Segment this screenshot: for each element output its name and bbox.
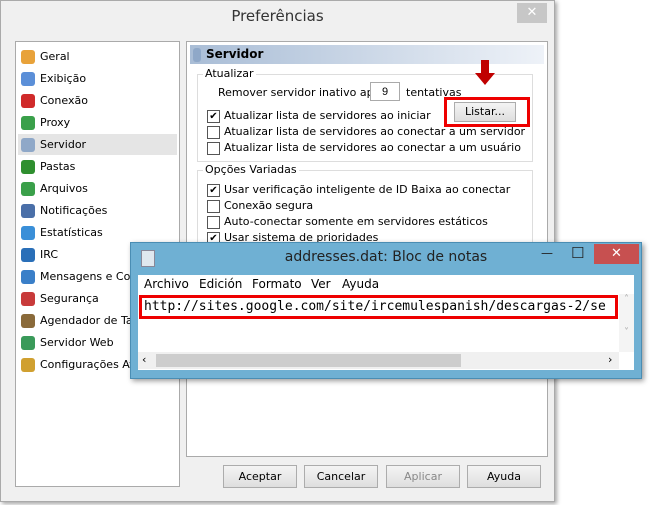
category-icon <box>21 160 35 174</box>
checkbox[interactable] <box>207 125 220 139</box>
checkbox[interactable] <box>207 199 220 213</box>
category-icon <box>21 72 35 86</box>
checkbox-label: Auto-conectar somente em servidores está… <box>224 215 488 228</box>
sidebar-item-label: Exibição <box>40 72 87 85</box>
category-icon <box>21 358 35 372</box>
sidebar-item-label: Arquivos <box>40 182 88 195</box>
sidebar-item[interactable]: Arquivos <box>18 178 177 199</box>
checkbox-option[interactable]: ✔ Atualizar lista de servidores ao inicia… <box>207 108 431 123</box>
checkbox[interactable] <box>207 141 220 155</box>
text-area[interactable]: http://sites.google.com/site/ircemulespa… <box>138 294 634 370</box>
server-icon <box>193 47 201 62</box>
remove-label: Remover servidor inativo após <box>218 86 387 99</box>
checkbox[interactable] <box>207 215 220 229</box>
notepad-window: addresses.dat: Bloc de notas — ☐ ✕ Archi… <box>130 242 642 379</box>
scroll-thumb[interactable] <box>156 354 461 367</box>
category-icon <box>21 270 35 284</box>
category-icon <box>21 94 35 108</box>
sidebar-item-label: Proxy <box>40 116 71 129</box>
scroll-left-icon[interactable]: ‹ <box>142 353 146 366</box>
category-icon <box>21 116 35 130</box>
sidebar-item-label: IRC <box>40 248 59 261</box>
menu-item[interactable]: Formato <box>252 277 302 291</box>
accept-button[interactable]: Aceptar <box>223 465 297 488</box>
close-button[interactable]: ✕ <box>517 3 547 23</box>
menu-item[interactable]: Ayuda <box>342 277 379 291</box>
help-button[interactable]: Ayuda <box>467 465 541 488</box>
sidebar-item-label: Segurança <box>40 292 99 305</box>
minimize-button[interactable]: — <box>541 246 553 260</box>
category-icon <box>21 50 35 64</box>
horizontal-scrollbar[interactable]: ‹ › <box>138 352 619 369</box>
vertical-scrollbar[interactable]: ˄ ˅ <box>619 294 634 352</box>
sidebar-item[interactable]: Proxy <box>18 112 177 133</box>
checkbox[interactable]: ✔ <box>207 109 220 123</box>
checkbox[interactable]: ✔ <box>207 183 220 197</box>
category-icon <box>21 182 35 196</box>
sidebar-item[interactable]: Estatísticas <box>18 222 177 243</box>
category-icon <box>21 292 35 306</box>
sidebar-item-label: Geral <box>40 50 70 63</box>
checkbox-option[interactable]: Conexão segura <box>207 198 313 213</box>
sidebar-item-label: Notificações <box>40 204 108 217</box>
sidebar-item[interactable]: Exibição <box>18 68 177 89</box>
category-icon <box>21 204 35 218</box>
cancel-button[interactable]: Cancelar <box>304 465 378 488</box>
checkbox-label: Usar verificação inteligente de ID Baixa… <box>224 183 511 196</box>
apply-button[interactable]: Aplicar <box>386 465 460 488</box>
sidebar-item-label: Estatísticas <box>40 226 103 239</box>
checkbox-label: Atualizar lista de servidores ao iniciar <box>224 109 431 122</box>
menu-item[interactable]: Archivo <box>144 277 189 291</box>
url-text[interactable]: http://sites.google.com/site/ircemulespa… <box>139 295 618 319</box>
category-icon <box>21 336 35 350</box>
arrow-head <box>475 73 495 85</box>
scroll-right-icon[interactable]: › <box>608 353 612 366</box>
checkbox-option[interactable]: ✔ Usar verificação inteligente de ID Baix… <box>207 182 510 197</box>
sidebar-item[interactable]: Geral <box>18 46 177 67</box>
checkbox-label: Atualizar lista de servidores ao conecta… <box>224 141 521 154</box>
arrow-down-icon <box>481 60 489 74</box>
sidebar-item[interactable]: Conexão <box>18 90 177 111</box>
sidebar-item-label: Servidor <box>40 138 87 151</box>
sidebar-item-label: Pastas <box>40 160 76 173</box>
menu-item[interactable]: Edición <box>199 277 242 291</box>
retries-input[interactable] <box>370 82 400 101</box>
sidebar-item-label: Conexão <box>40 94 88 107</box>
sidebar-item[interactable]: Pastas <box>18 156 177 177</box>
sidebar-item-label: Servidor Web <box>40 336 114 349</box>
checkbox-option[interactable]: Auto-conectar somente em servidores está… <box>207 214 488 229</box>
window-title: addresses.dat: Bloc de notas <box>284 249 488 265</box>
list-button[interactable]: Listar... <box>454 102 516 122</box>
group-atualizar: Atualizar Remover servidor inativo após … <box>197 67 533 162</box>
sidebar-item[interactable]: Servidor <box>18 134 177 155</box>
maximize-button[interactable]: ☐ <box>571 244 584 262</box>
menu-item[interactable]: Ver <box>311 277 331 291</box>
category-icon <box>21 138 35 152</box>
close-button[interactable]: ✕ <box>594 244 639 264</box>
group-label: Atualizar <box>203 67 256 80</box>
group-label: Opções Variadas <box>203 163 299 176</box>
checkbox-option[interactable]: Atualizar lista de servidores ao conecta… <box>207 140 521 155</box>
panel-header: Servidor <box>190 45 544 64</box>
menu-bar: Archivo Edición Formato Ver Ayuda <box>138 275 634 295</box>
sidebar-item[interactable]: Notificações <box>18 200 177 221</box>
category-icon <box>21 226 35 240</box>
window-title: Preferências <box>231 7 324 25</box>
checkbox-label: Conexão segura <box>224 199 314 212</box>
category-icon <box>21 314 35 328</box>
category-icon <box>21 248 35 262</box>
checkbox-label: Atualizar lista de servidores ao conecta… <box>224 125 526 138</box>
checkbox-option[interactable]: Atualizar lista de servidores ao conecta… <box>207 124 525 139</box>
